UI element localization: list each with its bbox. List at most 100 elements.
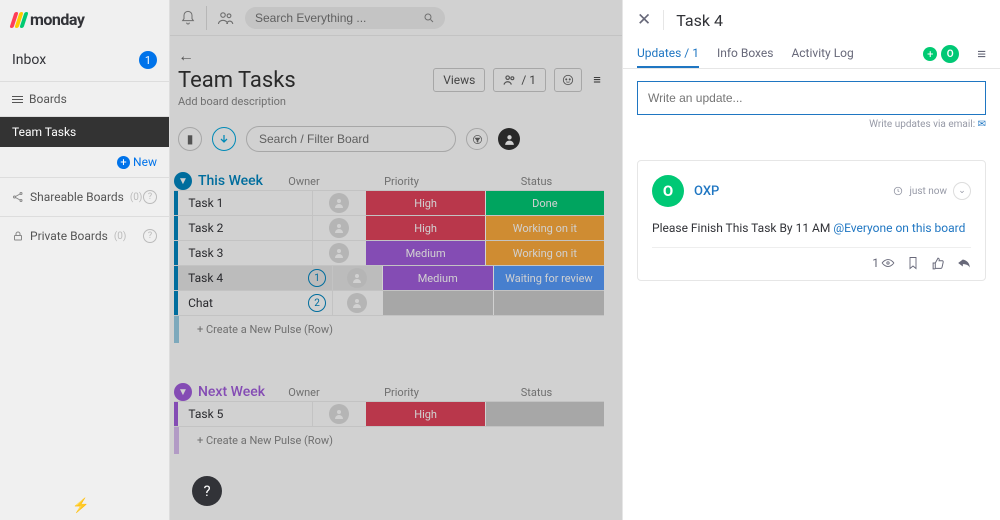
pulse-name[interactable]: Task 2 — [178, 221, 308, 235]
owner-cell[interactable] — [312, 241, 365, 265]
new-pulse-button[interactable]: + Create a New Pulse (Row) — [174, 426, 604, 454]
table-row[interactable]: Task 1 HighDone — [174, 190, 604, 215]
priority-cell[interactable]: High — [365, 402, 484, 426]
column-header-status[interactable]: Status — [469, 386, 604, 399]
status-cell[interactable] — [485, 402, 604, 426]
panel-menu-icon[interactable]: ≡ — [977, 45, 986, 63]
help-icon[interactable]: ? — [143, 229, 157, 243]
logo[interactable]: monday — [0, 0, 169, 39]
board-area: ← Team Tasks Add board description Views… — [170, 36, 622, 520]
group-collapse-icon[interactable]: ▼ — [174, 172, 192, 190]
tab-info-boxes[interactable]: Info Boxes — [717, 40, 773, 68]
pulse-name[interactable]: Task 1 — [178, 196, 308, 210]
board-members-button[interactable]: / 1 — [493, 68, 546, 92]
tab-updates[interactable]: Updates / 1 — [637, 40, 699, 68]
sidebar-section-boards[interactable]: Boards — [0, 81, 169, 117]
new-pulse-button[interactable]: + Create a New Pulse (Row) — [174, 315, 604, 343]
priority-cell[interactable]: Medium — [382, 266, 493, 290]
sidebar-item-team-tasks[interactable]: Team Tasks — [0, 117, 169, 147]
arrow-down-icon — [218, 133, 230, 145]
owner-cell[interactable] — [312, 402, 365, 426]
status-cell[interactable]: Done — [485, 191, 604, 215]
status-cell[interactable]: Working on it — [485, 241, 604, 265]
views-button[interactable]: Views — [433, 68, 485, 92]
owner-cell[interactable] — [312, 191, 365, 215]
pulse-name[interactable]: Task 4 — [178, 271, 308, 285]
automations-button[interactable] — [554, 68, 582, 92]
sort-button[interactable] — [212, 127, 236, 151]
group-title[interactable]: This Week — [198, 173, 263, 189]
seen-count[interactable]: 1 — [872, 256, 895, 270]
owner-cell[interactable] — [312, 216, 365, 240]
status-cell[interactable]: Working on it — [485, 216, 604, 240]
board-title[interactable]: Team Tasks — [178, 68, 296, 93]
people-icon[interactable] — [217, 10, 235, 26]
help-icon[interactable]: ? — [143, 190, 157, 204]
reply-icon[interactable] — [957, 257, 971, 269]
column-header-owner[interactable]: Owner — [274, 386, 334, 399]
email-icon[interactable]: ✉ — [978, 119, 986, 130]
board-filter[interactable] — [246, 126, 456, 152]
sidebar-new-button[interactable]: +New — [0, 147, 169, 177]
priority-cell[interactable]: High — [365, 191, 484, 215]
inbox-badge: 1 — [139, 51, 157, 69]
timestamp: just now — [909, 186, 947, 197]
priority-cell[interactable]: High — [365, 216, 484, 240]
owner-cell[interactable] — [332, 266, 382, 290]
board-filter-input[interactable] — [259, 132, 443, 146]
pulse-name[interactable]: Task 3 — [178, 246, 308, 260]
author-name[interactable]: OXP — [694, 184, 719, 199]
table-row[interactable]: Chat2 — [174, 290, 604, 315]
status-cell[interactable]: Waiting for review — [493, 266, 604, 290]
back-arrow-icon[interactable]: ← — [170, 46, 194, 68]
update-input[interactable] — [648, 91, 975, 105]
eye-icon — [881, 258, 895, 268]
close-icon[interactable]: ✕ — [637, 10, 651, 30]
board-menu-icon[interactable]: ≡ — [590, 72, 604, 88]
board-description[interactable]: Add board description — [178, 95, 296, 108]
table-row[interactable]: Task 2 HighWorking on it — [174, 215, 604, 240]
global-search-input[interactable] — [255, 11, 423, 25]
pulse-name[interactable]: Chat — [178, 296, 308, 310]
add-member-icon[interactable]: + — [923, 47, 937, 61]
bolt-icon[interactable]: ⚡ — [72, 498, 89, 514]
pulse-name[interactable]: Task 5 — [178, 407, 308, 421]
mention[interactable]: @Everyone on this board — [833, 221, 965, 235]
bookmark-icon[interactable] — [907, 256, 919, 270]
person-filter-button[interactable] — [498, 128, 520, 150]
author-avatar[interactable]: O — [652, 175, 684, 207]
help-fab[interactable]: ? — [192, 476, 222, 506]
panel-members[interactable]: + O — [923, 45, 959, 63]
thumbs-up-icon[interactable] — [931, 257, 945, 270]
via-email-hint: Write updates via email: ✉ — [623, 119, 1000, 140]
global-search[interactable] — [245, 7, 445, 29]
group-collapse-icon[interactable]: ▼ — [174, 383, 192, 401]
search-icon — [423, 12, 435, 24]
sidebar-section-private[interactable]: Private Boards (0) ? — [0, 216, 169, 255]
collapse-groups-button[interactable]: ▮ — [178, 127, 202, 151]
table-row[interactable]: Task 5 High — [174, 401, 604, 426]
table-row[interactable]: Task 41 MediumWaiting for review — [174, 265, 604, 290]
group-title[interactable]: Next Week — [198, 384, 265, 400]
tab-activity-log[interactable]: Activity Log — [791, 40, 853, 68]
column-header-priority[interactable]: Priority — [334, 386, 469, 399]
updates-count-badge[interactable]: 2 — [308, 294, 326, 312]
updates-count-badge[interactable]: 1 — [308, 269, 326, 287]
chevron-down-icon[interactable]: ⌄ — [953, 182, 971, 200]
sidebar-item-inbox[interactable]: Inbox 1 — [0, 39, 169, 81]
priority-cell[interactable] — [382, 291, 493, 315]
main-area: ← Team Tasks Add board description Views… — [170, 0, 622, 520]
column-header-priority[interactable]: Priority — [334, 175, 469, 188]
column-header-owner[interactable]: Owner — [274, 175, 334, 188]
column-header-status[interactable]: Status — [469, 175, 604, 188]
update-body: Please Finish This Task By 11 AM @Everyo… — [652, 207, 971, 248]
priority-cell[interactable]: Medium — [365, 241, 484, 265]
status-cell[interactable] — [493, 291, 604, 315]
panel-title: Task 4 — [676, 11, 723, 30]
table-row[interactable]: Task 3 MediumWorking on it — [174, 240, 604, 265]
update-input-box[interactable] — [637, 81, 986, 115]
filter-button[interactable] — [466, 128, 488, 150]
owner-cell[interactable] — [332, 291, 382, 315]
notifications-icon[interactable] — [180, 10, 196, 26]
sidebar-section-shareable[interactable]: Shareable Boards (0) ? — [0, 177, 169, 216]
